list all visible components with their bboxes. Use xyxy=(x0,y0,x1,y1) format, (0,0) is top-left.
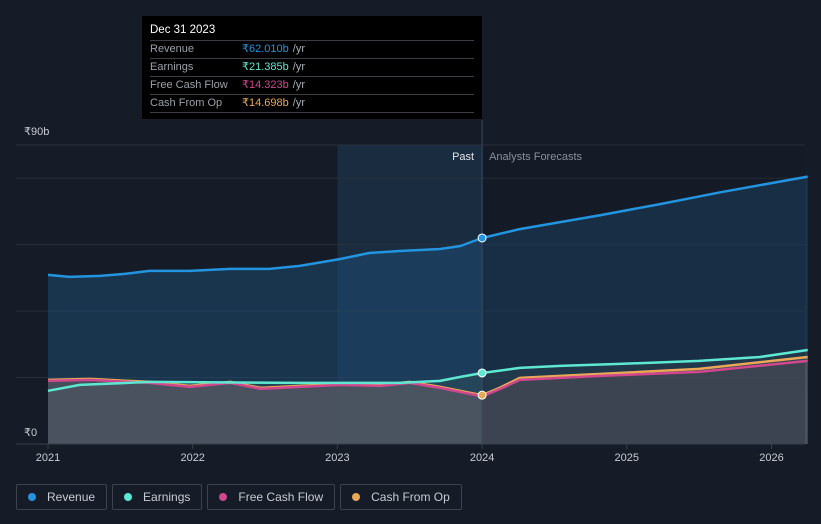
x-tick-label: 2022 xyxy=(180,452,204,464)
legend-label: Earnings xyxy=(143,490,191,504)
tooltip-unit: /yr xyxy=(292,79,305,91)
tooltip-label: Free Cash Flow xyxy=(150,79,228,91)
tooltip-row: Revenue ₹62.010b/yr xyxy=(150,40,474,58)
tooltip-row: Free Cash Flow ₹14.323b/yr xyxy=(150,76,474,94)
tooltip-row: Cash From Op ₹14.698b/yr xyxy=(150,94,474,113)
tooltip-unit: /yr xyxy=(292,97,305,109)
legend-item-revenue[interactable]: Revenue xyxy=(16,484,108,510)
legend-item-cash-from-op[interactable]: Cash From Op xyxy=(340,484,462,510)
legend-item-earnings[interactable]: Earnings xyxy=(112,484,203,510)
tooltip-value: ₹14.323b xyxy=(242,79,289,91)
legend-dot-icon xyxy=(28,493,36,501)
legend-dot-icon xyxy=(219,493,228,501)
tooltip-row: Earnings ₹21.385b/yr xyxy=(150,58,474,76)
data-point-marker xyxy=(477,390,487,400)
legend-label: Revenue xyxy=(47,490,96,504)
x-tick-label: 2021 xyxy=(36,452,60,464)
tooltip-value: ₹62.010b xyxy=(242,43,289,55)
x-tick-label: 2023 xyxy=(325,452,349,464)
legend: Revenue Earnings Free Cash Flow Cash From O… xyxy=(16,484,462,510)
legend-item-free-cash-flow[interactable]: Free Cash Flow xyxy=(207,484,336,510)
data-point-marker xyxy=(477,233,487,243)
tooltip-unit: /yr xyxy=(292,43,305,55)
tooltip-label: Revenue xyxy=(150,43,195,55)
forecast-label: Analysts Forecasts xyxy=(489,151,582,163)
y-tick-zero: ₹0 xyxy=(24,427,38,439)
legend-label: Free Cash Flow xyxy=(238,490,324,504)
tooltip-value: ₹21.385b xyxy=(242,61,289,73)
past-label: Past xyxy=(452,151,474,163)
tooltip-unit: /yr xyxy=(292,61,305,73)
tooltip-label: Cash From Op xyxy=(150,97,223,109)
y-tick-top: ₹90b xyxy=(24,126,50,138)
x-tick-label: 2024 xyxy=(470,452,494,464)
x-tick-label: 2026 xyxy=(759,452,783,464)
legend-dot-icon xyxy=(124,493,133,501)
data-point-marker xyxy=(477,368,487,378)
x-tick-label: 2025 xyxy=(615,452,639,464)
tooltip-value: ₹14.698b xyxy=(242,97,289,109)
tooltip-label: Earnings xyxy=(150,61,194,73)
tooltip-date: Dec 31 2023 xyxy=(150,24,216,36)
tooltip: Dec 31 2023 Revenue ₹62.010b/yr Earnings ₹2… xyxy=(142,16,482,119)
forecast-overlay xyxy=(482,145,805,444)
legend-label: Cash From Op xyxy=(371,490,450,504)
legend-dot-icon xyxy=(352,493,361,501)
